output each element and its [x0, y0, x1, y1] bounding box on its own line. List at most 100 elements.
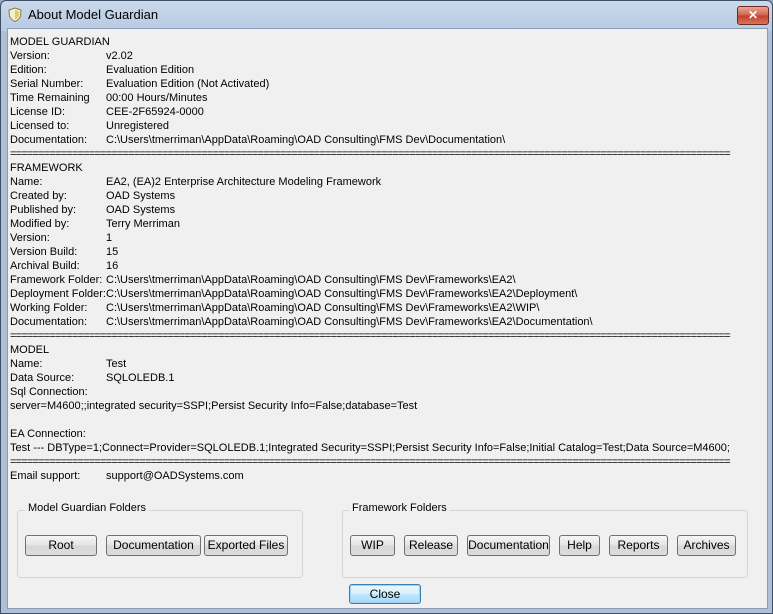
field-value: C:\Users\tmerriman\AppData\Roaming\OAD C… [106, 316, 593, 328]
field-label: Documentation: [10, 134, 88, 146]
support-email: support@OADSystems.com [106, 470, 244, 482]
field-value: OAD Systems [106, 190, 176, 202]
shield-icon [8, 7, 22, 22]
info-row: Published by: OAD Systems [10, 203, 754, 217]
separator-line: ========================================… [10, 456, 731, 468]
field-label: License ID: [10, 106, 66, 118]
documentation-folder-button[interactable]: Documentation [106, 535, 201, 556]
group-title: Framework Folders [349, 502, 450, 514]
field-label: Documentation: [10, 316, 88, 328]
field-label: Time Remaining [10, 92, 90, 104]
archives-button[interactable]: Archives [677, 535, 736, 556]
framework-documentation-button[interactable]: Documentation [467, 535, 550, 556]
reports-button[interactable]: Reports [609, 535, 668, 556]
field-value: C:\Users\tmerriman\AppData\Roaming\OAD C… [106, 302, 540, 314]
field-value: OAD Systems [106, 204, 176, 216]
wip-folder-button[interactable]: WIP [350, 535, 395, 556]
info-row: Documentation: C:\Users\tmerriman\AppData… [10, 133, 754, 147]
field-label: Name: [10, 176, 43, 188]
exported-files-button[interactable]: Exported Files [204, 535, 288, 556]
field-value: 15 [106, 246, 119, 258]
field-label: Version: [10, 232, 50, 244]
root-folder-button[interactable]: Root [25, 535, 97, 556]
ea-connection-string: Test --- DBType=1;Connect=Provider=SQLOL… [10, 442, 730, 454]
field-label: Created by: [10, 190, 67, 202]
info-row: Edition: Evaluation Edition [10, 63, 754, 77]
framework-fields: Name: EA2, (EA)2 Enterprise Architecture … [10, 175, 754, 329]
info-row: License ID: CEE-2F65924-0000 [10, 105, 754, 119]
info-row: Archival Build: 16 [10, 259, 754, 273]
field-value: 1 [106, 232, 113, 244]
group-title: Model Guardian Folders [25, 502, 150, 514]
info-row: Created by: OAD Systems [10, 189, 754, 203]
field-label: Edition: [10, 64, 47, 76]
field-label: Deployment Folder: [10, 288, 106, 300]
info-row: Version: 1 [10, 231, 754, 245]
close-window-button[interactable]: ✕ [737, 6, 769, 25]
section-heading-model: MODEL [10, 344, 50, 356]
field-label: Published by: [10, 204, 77, 216]
field-label: Sql Connection: [10, 386, 88, 398]
close-button[interactable]: Close [349, 584, 421, 604]
separator-line: ========================================… [10, 330, 731, 342]
field-label: Name: [10, 358, 43, 370]
model-guardian-folders-group: Model Guardian Folders Root Documentatio… [17, 502, 303, 578]
close-icon: ✕ [747, 8, 759, 22]
field-value: EA2, (EA)2 Enterprise Architecture Model… [106, 176, 382, 188]
info-row: Licensed to: Unregistered [10, 119, 754, 133]
separator-line: ========================================… [10, 148, 731, 160]
field-label: EA Connection: [10, 428, 86, 440]
field-value: Evaluation Edition [106, 64, 195, 76]
field-value: SQLOLEDB.1 [106, 372, 175, 384]
info-row: Deployment Folder: C:\Users\tmerriman\App… [10, 287, 754, 301]
framework-folders-group: Framework Folders WIP Release Documentat… [342, 502, 748, 578]
info-row: Name: Test [10, 357, 754, 371]
info-row: Version Build: 15 [10, 245, 754, 259]
field-value: C:\Users\tmerriman\AppData\Roaming\OAD C… [106, 274, 516, 286]
field-value: Unregistered [106, 120, 169, 132]
info-row: Framework Folder: C:\Users\tmerriman\AppD… [10, 273, 754, 287]
field-label: Email support: [10, 470, 81, 482]
field-value: CEE-2F65924-0000 [106, 106, 204, 118]
info-row: Documentation: C:\Users\tmerriman\AppData… [10, 315, 754, 329]
field-label: Licensed to: [10, 120, 70, 132]
field-value: C:\Users\tmerriman\AppData\Roaming\OAD C… [106, 134, 506, 146]
info-row: Modified by: Terry Merriman [10, 217, 754, 231]
field-value: 16 [106, 260, 119, 272]
field-label: Data Source: [10, 372, 75, 384]
section-heading-framework: FRAMEWORK [10, 162, 83, 174]
info-row: Serial Number: Evaluation Edition (Not Ac… [10, 77, 754, 91]
field-label: Modified by: [10, 218, 70, 230]
info-row: EA Connection: [10, 427, 754, 441]
window-title: About Model Guardian [28, 7, 159, 22]
title-bar[interactable]: About Model Guardian ✕ [1, 1, 772, 28]
dialog-client-area: MODEL GUARDIAN Version: v2.02 Edition: Eval… [7, 28, 768, 609]
field-value: Terry Merriman [106, 218, 180, 230]
sql-connection-string: server=M4600;;integrated security=SSPI;P… [10, 400, 418, 412]
info-row: Data Source: SQLOLEDB.1 [10, 371, 754, 385]
field-label: Framework Folder: [10, 274, 103, 286]
release-folder-button[interactable]: Release [404, 535, 458, 556]
field-value: Evaluation Edition (Not Activated) [106, 78, 270, 90]
info-row: Time Remaining 00:00 Hours/Minutes [10, 91, 754, 105]
field-label: Working Folder: [10, 302, 88, 314]
field-value: v2.02 [106, 50, 133, 62]
info-row: Email support: support@OADSystems.com [10, 469, 754, 483]
field-value: Test [106, 358, 127, 370]
field-label: Archival Build: [10, 260, 80, 272]
field-value: 00:00 Hours/Minutes [106, 92, 208, 104]
section-heading-model-guardian: MODEL GUARDIAN [10, 36, 110, 48]
info-row: Sql Connection: [10, 385, 754, 399]
field-label: Version Build: [10, 246, 78, 258]
model-guardian-fields: Version: v2.02 Edition: Evaluation Edition S… [10, 49, 754, 147]
about-info: MODEL GUARDIAN Version: v2.02 Edition: Eval… [10, 35, 754, 483]
info-row: Working Folder: C:\Users\tmerriman\AppDat… [10, 301, 754, 315]
field-label: Serial Number: [10, 78, 84, 90]
help-button[interactable]: Help [559, 535, 600, 556]
about-dialog: About Model Guardian ✕ MODEL GUARDIAN Ve… [0, 0, 773, 614]
info-row: Name: EA2, (EA)2 Enterprise Architecture … [10, 175, 754, 189]
field-label: Version: [10, 50, 50, 62]
blank-row [10, 413, 754, 427]
field-value: C:\Users\tmerriman\AppData\Roaming\OAD C… [106, 288, 578, 300]
info-row: Version: v2.02 [10, 49, 754, 63]
